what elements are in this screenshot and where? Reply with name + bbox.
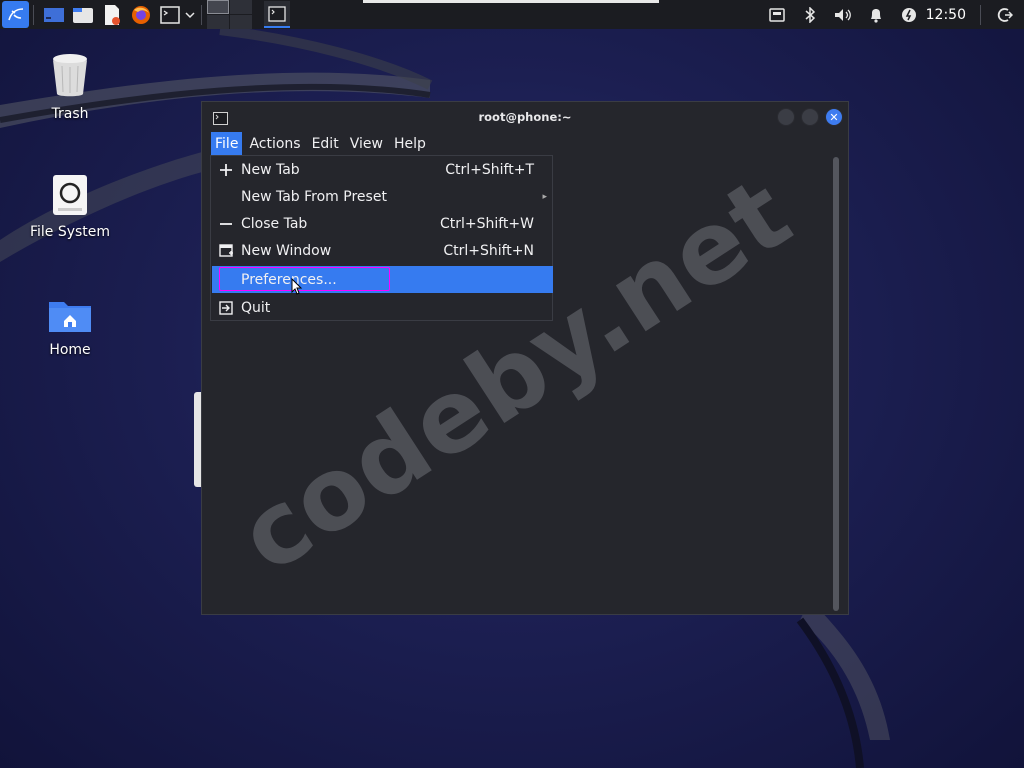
menu-item-label: New Tab (241, 161, 300, 178)
clock[interactable]: 12:50 (926, 7, 966, 23)
minus-icon (212, 217, 240, 231)
system-tray: 12:50 (757, 0, 1024, 29)
menu-item-new-tab-from-preset[interactable]: New Tab From Preset ▸ (212, 183, 553, 210)
minimize-button[interactable] (777, 108, 795, 126)
window-title: root@phone:~ (478, 109, 572, 124)
menu-item-label: New Tab From Preset (241, 188, 387, 205)
logout-icon (997, 7, 1013, 22)
menu-item-label: Close Tab (241, 215, 308, 232)
terminal-icon (160, 5, 180, 24)
drive-icon (53, 175, 87, 215)
menubar: File Actions Edit View Help (202, 131, 848, 157)
window-title-strip (363, 0, 659, 3)
desktop-trash[interactable]: Trash (10, 52, 130, 122)
mouse-cursor-icon (291, 278, 303, 295)
background-window-edge (194, 392, 201, 487)
network-icon (768, 7, 785, 22)
firefox-button[interactable] (128, 2, 154, 28)
file-menu: New Tab Ctrl+Shift+T New Tab From Preset… (210, 155, 553, 321)
window-controls: ✕ (777, 108, 843, 126)
trash-label: Trash (51, 106, 89, 122)
kali-menu-button[interactable] (2, 1, 29, 28)
menu-item-shortcut: Ctrl+Shift+T (445, 161, 534, 178)
power-status-button[interactable] (896, 2, 922, 28)
terminal-icon (268, 5, 286, 22)
workspace-2[interactable] (230, 0, 252, 14)
bluetooth-icon (805, 6, 815, 23)
menu-item-shortcut: Ctrl+Shift+W (439, 215, 534, 232)
menu-view[interactable]: View (346, 132, 387, 156)
home-label: Home (49, 342, 91, 358)
desktop-icon (44, 7, 64, 22)
annotation-highlight-box (219, 267, 390, 291)
file-manager-icon (73, 7, 93, 23)
maximize-button[interactable] (801, 108, 819, 126)
submenu-arrow-icon: ▸ (542, 191, 547, 202)
window-titlebar[interactable]: root@phone:~ ✕ (202, 102, 848, 131)
menu-help[interactable]: Help (390, 132, 430, 156)
close-icon: ✕ (829, 110, 839, 124)
network-button[interactable] (764, 2, 790, 28)
menu-file[interactable]: File (211, 132, 243, 156)
firefox-icon (132, 5, 150, 24)
menu-item-close-tab[interactable]: Close Tab Ctrl+Shift+W (212, 210, 553, 237)
file-system-label: File System (29, 224, 111, 240)
chevron-down-icon (185, 11, 195, 18)
workspace-3[interactable] (207, 15, 229, 29)
file-manager-button[interactable] (70, 2, 96, 28)
menu-item-shortcut: Ctrl+Shift+N (443, 242, 534, 259)
launcher-dropdown[interactable] (183, 2, 197, 28)
menu-item-label: Quit (241, 299, 271, 316)
taskbar-separator (980, 4, 981, 25)
taskbar-separator (201, 4, 202, 25)
menu-item-label: New Window (241, 242, 332, 259)
notifications-button[interactable] (863, 2, 889, 28)
terminal-scrollbar[interactable] (833, 157, 839, 611)
menu-item-new-tab[interactable]: New Tab Ctrl+Shift+T (212, 156, 553, 183)
new-window-icon (212, 243, 240, 258)
menu-actions[interactable]: Actions (245, 132, 304, 156)
desktop-home[interactable]: Home (10, 298, 130, 358)
logout-button[interactable] (992, 2, 1018, 28)
close-button[interactable]: ✕ (825, 108, 843, 126)
desktop-file-system[interactable]: File System (10, 174, 130, 240)
taskbar: 12:50 (0, 0, 1024, 29)
trash-icon (53, 54, 87, 97)
workspace-1[interactable] (207, 0, 229, 14)
kali-dragon-icon (7, 7, 23, 20)
terminal-icon (213, 110, 228, 129)
bluetooth-button[interactable] (797, 2, 823, 28)
terminal-launcher-button[interactable] (157, 2, 183, 28)
bell-icon (870, 8, 881, 23)
plus-icon (212, 163, 240, 177)
text-editor-button[interactable] (99, 2, 125, 28)
show-desktop-button[interactable] (41, 2, 67, 28)
text-editor-icon (105, 4, 120, 25)
workspace-4[interactable] (230, 15, 252, 29)
workspace-switcher[interactable] (206, 0, 252, 29)
menu-item-quit[interactable]: Quit (212, 294, 553, 321)
quit-icon (212, 300, 240, 315)
home-folder-icon (49, 302, 91, 332)
menu-item-new-window[interactable]: New Window Ctrl+Shift+N (212, 237, 553, 264)
taskbar-separator (33, 4, 34, 25)
menu-edit[interactable]: Edit (308, 132, 343, 156)
volume-icon (834, 8, 851, 21)
taskbar-terminal-task[interactable] (264, 1, 290, 28)
volume-button[interactable] (830, 2, 856, 28)
power-status-icon (901, 7, 916, 22)
